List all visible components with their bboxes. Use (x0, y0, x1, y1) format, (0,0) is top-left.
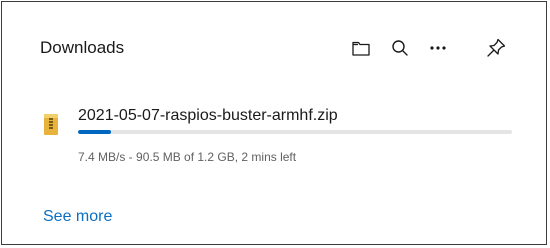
download-progress-bar (78, 130, 512, 134)
search-downloads-button[interactable] (386, 34, 414, 62)
see-more-link[interactable]: See more (43, 208, 112, 226)
download-file-name[interactable]: 2021-05-07-raspios-buster-armhf.zip (78, 107, 338, 125)
panel-title: Downloads (40, 38, 125, 57)
pin-panel-button[interactable] (482, 34, 510, 62)
folder-icon (351, 39, 371, 57)
search-icon (390, 38, 410, 58)
download-progress-fill (78, 130, 111, 134)
more-icon (429, 45, 447, 51)
downloads-panel: Downloads 2021-05-07-raspios-buster-armh… (1, 1, 547, 245)
zip-folder-icon (44, 113, 58, 135)
pin-icon (485, 37, 507, 59)
more-options-button[interactable] (424, 34, 452, 62)
download-status: 7.4 MB/s - 90.5 MB of 1.2 GB, 2 mins lef… (78, 150, 297, 164)
open-downloads-folder-button[interactable] (347, 34, 375, 62)
